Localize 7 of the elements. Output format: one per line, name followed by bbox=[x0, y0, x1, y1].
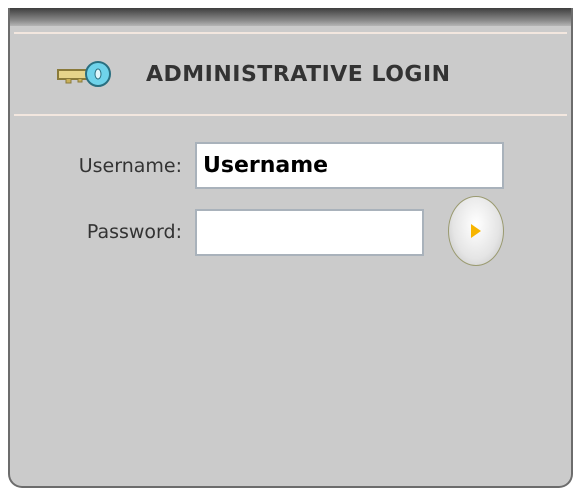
field-label: Username: bbox=[78, 154, 182, 176]
panel-title: ADMINISTRATIVE LOGIN bbox=[146, 62, 451, 86]
password-field[interactable] bbox=[195, 208, 424, 256]
field-label: Password: bbox=[86, 221, 182, 243]
play-icon bbox=[470, 223, 482, 239]
username-field[interactable]: Username bbox=[195, 142, 504, 189]
key-icon bbox=[56, 58, 112, 90]
